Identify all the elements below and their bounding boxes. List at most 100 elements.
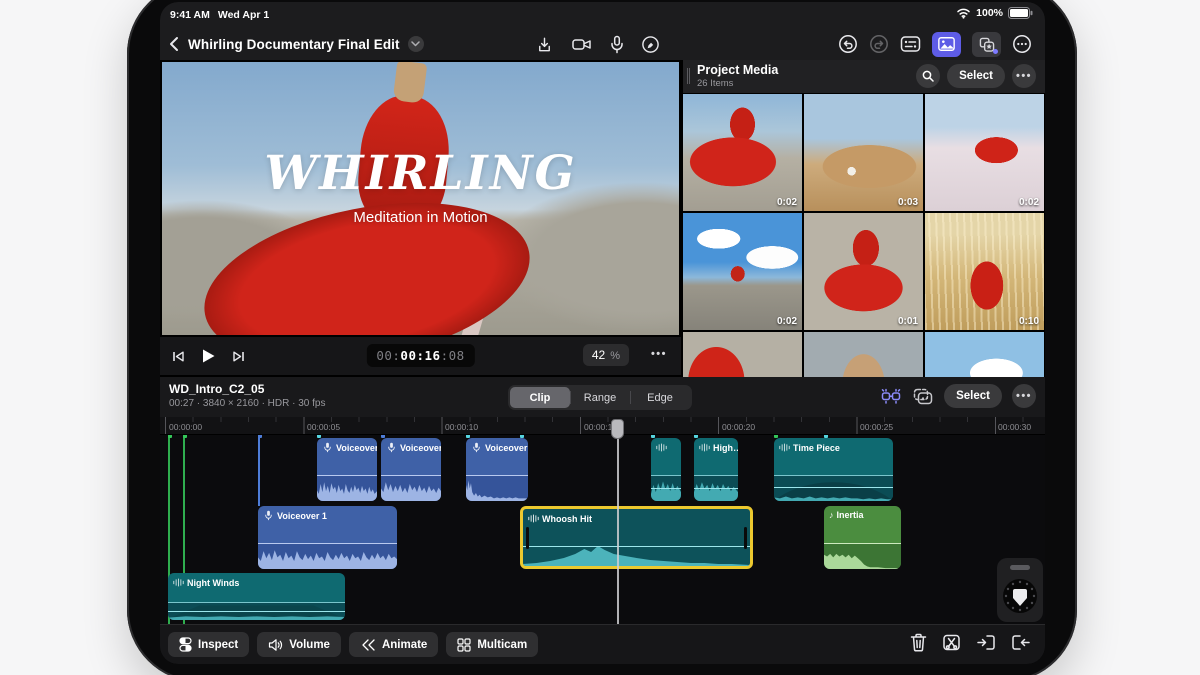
volume-label: Volume	[289, 638, 330, 651]
mode-clip[interactable]: Clip	[510, 387, 570, 408]
play-button[interactable]	[201, 348, 216, 364]
effects-badge	[993, 48, 998, 54]
viewer-more-button[interactable]: •••	[651, 348, 667, 360]
timeline-clip-sfx-small[interactable]	[651, 438, 681, 501]
media-select-button[interactable]: Select	[947, 64, 1005, 88]
media-thumbnail[interactable]: 0:02	[925, 94, 1044, 211]
media-browser-button[interactable]	[932, 31, 961, 57]
timeline-clip-voiceover2a[interactable]: Voiceover 2	[317, 438, 377, 501]
clip-label: Inertia	[836, 510, 864, 520]
clip-duration: 0:10	[1018, 316, 1039, 327]
record-video-button[interactable]	[571, 35, 593, 53]
video-viewer[interactable]: WHIRLING Meditation in Motion	[162, 62, 679, 335]
timeline-more-button[interactable]: •••	[1012, 384, 1036, 408]
media-thumbnail[interactable]	[925, 332, 1044, 377]
clip-label: Voiceover 1	[277, 510, 327, 521]
animate-button[interactable]: Animate	[348, 632, 439, 657]
media-thumbnail[interactable]	[804, 332, 923, 377]
timeline-clip-voiceover2b[interactable]: Voiceover 2	[381, 438, 441, 501]
project-title[interactable]: Whirling Documentary Final Edit	[188, 37, 400, 52]
playhead-handle[interactable]	[611, 419, 624, 439]
multicam-button[interactable]: Multicam	[446, 632, 539, 657]
overwrite-clip-button[interactable]	[1011, 633, 1031, 652]
media-thumbnail[interactable]: 0:10	[925, 213, 1044, 330]
insert-clip-button[interactable]	[976, 633, 996, 652]
marker-dot	[183, 435, 187, 438]
volume-button[interactable]: Volume	[257, 632, 341, 657]
clip-label: Voiceover 3	[485, 442, 528, 453]
more-options-button[interactable]	[1012, 34, 1032, 54]
edit-mode-segmented-control: Clip Range Edge	[508, 385, 692, 410]
undo-button[interactable]	[838, 34, 858, 54]
media-thumbnail[interactable]: 0:01	[804, 213, 923, 330]
magnetic-timeline-icon[interactable]	[880, 386, 902, 406]
clip-duration: 0:01	[897, 316, 918, 327]
wifi-icon	[956, 7, 971, 19]
import-media-button[interactable]	[535, 35, 554, 54]
pencil-tools-button[interactable]	[641, 35, 660, 54]
app-screen: 9:41 AM Wed Apr 1 100% Whirling Document…	[160, 2, 1045, 664]
skip-to-start-button[interactable]	[172, 350, 185, 363]
timecode-display[interactable]: 00:00:16:08	[366, 344, 475, 367]
ruler-label: 00:00:25	[860, 422, 894, 432]
search-button[interactable]	[916, 64, 941, 88]
clip-label: Time Piece	[793, 442, 840, 453]
mode-range[interactable]: Range	[570, 387, 630, 408]
inspector-button[interactable]	[900, 35, 921, 53]
ipad-device-frame: 9:41 AM Wed Apr 1 100% Whirling Document…	[127, 0, 1077, 675]
clip-label: Whoosh Hit	[542, 513, 592, 524]
media-thumbnail[interactable]: 0:02	[683, 94, 802, 211]
timeline-clip-voiceover1[interactable]: Voiceover 1	[258, 506, 397, 569]
status-date: Wed Apr 1	[217, 9, 270, 21]
trim-handle-right[interactable]	[744, 526, 747, 549]
redo-button[interactable]	[869, 34, 889, 54]
title-bar: Whirling Documentary Final Edit	[160, 28, 1045, 60]
timeline-select-button[interactable]: Select	[944, 384, 1002, 408]
timeline-clip-whoosh-hit[interactable]: Whoosh Hit	[520, 506, 753, 569]
connect-clip-icon[interactable]	[912, 387, 934, 406]
blade-button[interactable]	[942, 633, 961, 652]
skip-to-end-button[interactable]	[232, 350, 245, 363]
playhead-line[interactable]	[617, 435, 619, 624]
timecode-hours: 00:	[376, 348, 401, 363]
timeline-clip-night-winds[interactable]: Night Winds	[168, 573, 345, 620]
media-thumbnail[interactable]	[683, 332, 802, 377]
timeline-clip-voiceover3[interactable]: Voiceover 3	[466, 438, 528, 501]
overlay-title-text: WHIRLING	[264, 146, 577, 201]
clip-duration: 0:03	[897, 197, 918, 208]
media-more-button[interactable]: •••	[1012, 64, 1036, 88]
clip-duration: 0:02	[776, 316, 797, 327]
timeline-header: WD_Intro_C2_05 00:27 · 3840 × 2160 · HDR…	[160, 377, 1045, 417]
clip-duration: 0:02	[776, 197, 797, 208]
trim-handle-left[interactable]	[526, 526, 529, 549]
inspect-button[interactable]: Inspect	[168, 632, 250, 657]
panel-drag-handle[interactable]	[687, 68, 690, 84]
timeline-ruler[interactable]: 00:00:00 00:00:05 00:00:10 00:00:15 00:0…	[160, 417, 1045, 435]
title-chevron-down-icon[interactable]	[407, 36, 424, 52]
media-thumbnail[interactable]: 0:03	[804, 94, 923, 211]
timeline-clip-high[interactable]: High…	[694, 438, 738, 501]
timeline-clip-time-piece[interactable]: Time Piece	[774, 438, 893, 501]
effects-browser-button[interactable]	[972, 31, 1001, 57]
viewer-zoom-button[interactable]: 42%	[582, 344, 629, 366]
overlay-subtitle-text: Meditation in Motion	[353, 209, 488, 226]
timeline-tracks[interactable]: Voiceover 2 Voiceover 2 Voiceover 3 High…	[160, 435, 1045, 624]
zoom-unit: %	[610, 350, 620, 362]
marker-dot	[258, 435, 262, 438]
ruler-label: 00:00:30	[998, 422, 1032, 432]
delete-button[interactable]	[910, 633, 927, 652]
record-voiceover-button[interactable]	[610, 35, 624, 54]
back-button[interactable]	[168, 36, 180, 52]
jog-wheel[interactable]	[997, 558, 1043, 622]
status-time: 9:41 AM	[170, 9, 210, 21]
mode-edge[interactable]: Edge	[630, 387, 690, 408]
transport-bar: 00:00:16:08 42% •••	[160, 337, 681, 375]
main-area: WHIRLING Meditation in Motion 00:00:16:0…	[160, 60, 1045, 377]
media-thumbnail[interactable]: 0:02	[683, 213, 802, 330]
zoom-value: 42	[591, 348, 606, 362]
timeline-clip-name: WD_Intro_C2_05	[169, 382, 265, 396]
animate-label: Animate	[381, 638, 428, 651]
ruler-label: 00:00:05	[307, 422, 341, 432]
timeline-clip-inertia[interactable]: ♪ Inertia	[824, 506, 901, 569]
multicam-label: Multicam	[477, 638, 528, 651]
